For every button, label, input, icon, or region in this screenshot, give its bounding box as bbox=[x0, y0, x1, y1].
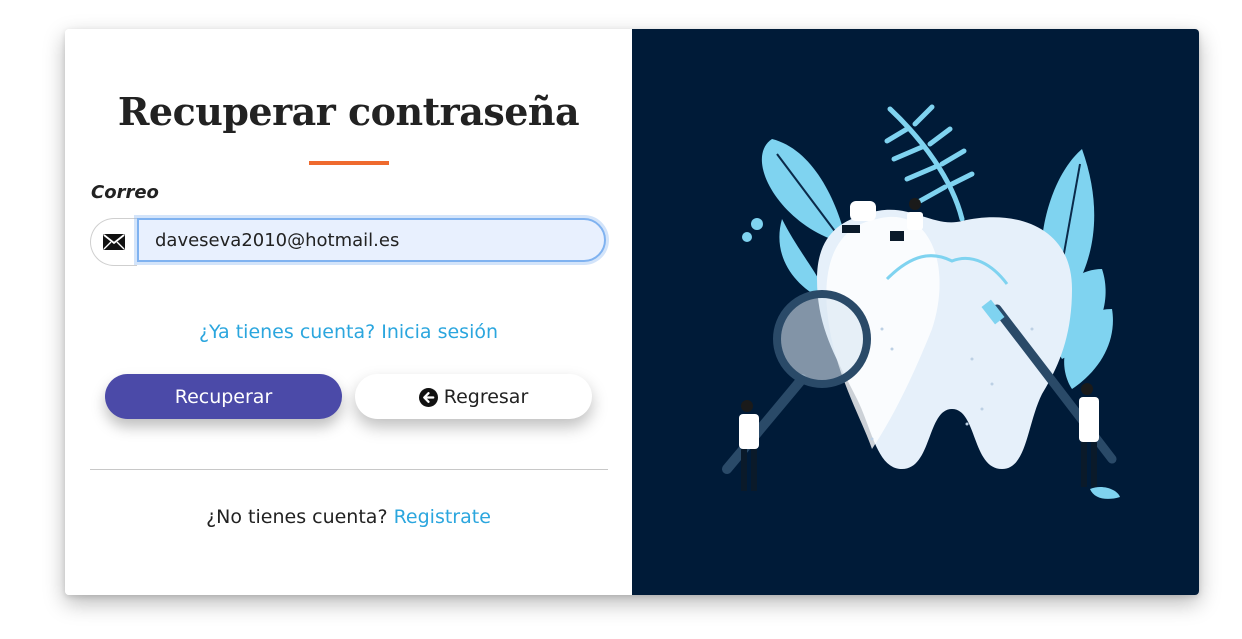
recover-button[interactable]: Recuperar bbox=[105, 374, 342, 419]
divider bbox=[90, 469, 608, 470]
form-panel: Recuperar contraseña Correo ¿Ya tienes c… bbox=[65, 29, 632, 595]
login-link[interactable]: ¿Ya tienes cuenta? Inicia sesión bbox=[65, 321, 632, 343]
recover-button-label: Recuperar bbox=[174, 385, 273, 408]
email-label: Correo bbox=[91, 182, 159, 203]
envelope-icon bbox=[103, 234, 125, 250]
register-prompt: ¿No tienes cuenta? bbox=[206, 506, 388, 528]
back-button[interactable]: Regresar bbox=[355, 374, 592, 419]
page-title: Recuperar contraseña bbox=[117, 89, 580, 134]
back-button-label: Regresar bbox=[443, 385, 529, 408]
recover-password-card: Recuperar contraseña Correo ¿Ya tienes c… bbox=[65, 29, 1199, 595]
email-prefix bbox=[90, 218, 137, 266]
dental-illustration bbox=[722, 104, 1120, 499]
arrow-left-circle-icon bbox=[418, 388, 438, 407]
email-field[interactable] bbox=[137, 218, 606, 262]
fern-icon bbox=[884, 104, 975, 222]
email-input-group bbox=[90, 218, 608, 266]
register-link[interactable]: Registrate bbox=[394, 506, 491, 528]
person-left-icon bbox=[739, 400, 759, 491]
illustration-panel bbox=[632, 29, 1199, 595]
register-row: ¿No tienes cuenta? Registrate bbox=[65, 506, 632, 528]
title-underline bbox=[309, 161, 389, 165]
